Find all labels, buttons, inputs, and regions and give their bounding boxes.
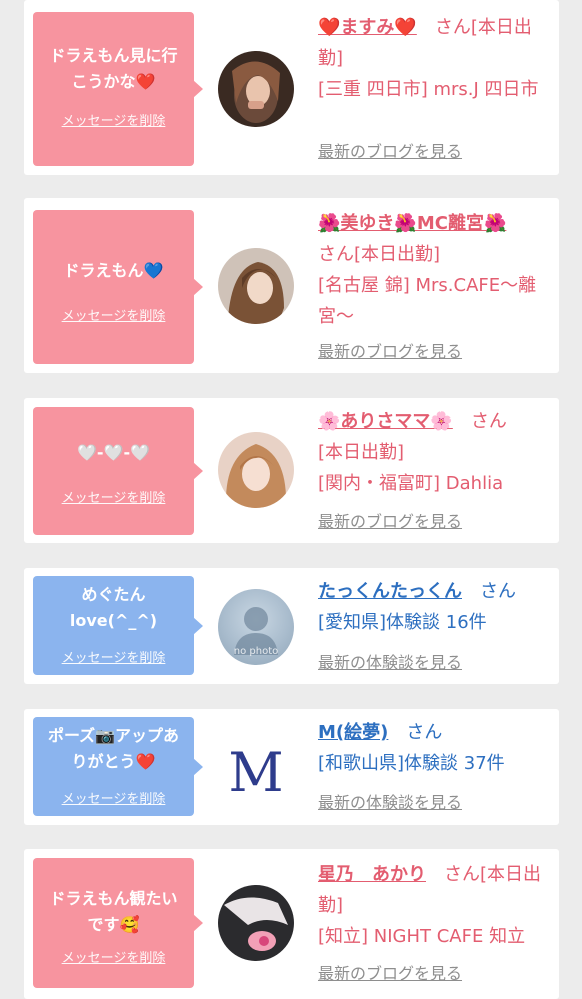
avatar-photo bbox=[218, 51, 294, 127]
message-text: ドラえもん観たい です🥰 bbox=[49, 889, 178, 934]
shop-detail: [名古屋 錦] Mrs.CAFE〜離宮〜 bbox=[318, 275, 537, 327]
latest-blog-link[interactable]: 最新のブログを見る bbox=[318, 342, 462, 362]
user-info: 星乃 あかり さん[本日出勤] [知立] NIGHT CAFE 知立 bbox=[318, 859, 554, 952]
avatar[interactable] bbox=[218, 51, 294, 127]
message-card: めぐたん love(^_^) メッセージを削除 no photo たっくんたっく… bbox=[24, 568, 559, 684]
message-bubble: ドラえもん観たい です🥰 メッセージを削除 bbox=[33, 858, 203, 988]
review-count: [愛知県]体験談 16件 bbox=[318, 612, 487, 633]
message-text: ドラえもん💙 bbox=[63, 261, 164, 280]
avatar-photo bbox=[218, 885, 294, 961]
message-card: 🤍-🤍-🤍 メッセージを削除 🌸ありさママ🌸 さん [本日出勤] [関内・福富町… bbox=[24, 398, 559, 543]
delete-message-link[interactable]: メッセージを削除 bbox=[33, 651, 194, 667]
avatar-photo bbox=[218, 432, 294, 508]
user-status: [本日出勤] bbox=[318, 442, 405, 463]
message-bubble: 🤍-🤍-🤍 メッセージを削除 bbox=[33, 407, 203, 535]
user-suffix: さん bbox=[462, 581, 516, 602]
shop-detail: [関内・福富町] Dahlia bbox=[318, 473, 504, 494]
message-text: ドラえもん見に行 こうかな❤️ bbox=[49, 46, 178, 91]
user-info: 🌸ありさママ🌸 さん [本日出勤] [関内・福富町] Dahlia bbox=[318, 406, 554, 499]
delete-message-link[interactable]: メッセージを削除 bbox=[33, 491, 194, 507]
avatar[interactable]: M bbox=[218, 735, 294, 811]
latest-review-link[interactable]: 最新の体験談を見る bbox=[318, 653, 462, 673]
latest-blog-link[interactable]: 最新のブログを見る bbox=[318, 142, 462, 162]
avatar-photo bbox=[218, 248, 294, 324]
avatar[interactable] bbox=[218, 885, 294, 961]
delete-message-link[interactable]: メッセージを削除 bbox=[33, 309, 194, 325]
message-bubble: ポーズ📷アップあ りがとう❤️ メッセージを削除 bbox=[33, 717, 203, 816]
no-photo-label: no photo bbox=[233, 646, 279, 657]
user-name-link[interactable]: ❤️ますみ❤️ bbox=[318, 17, 417, 38]
message-bubble: ドラえもん見に行 こうかな❤️ メッセージを削除 bbox=[33, 12, 203, 166]
user-status: さん[本日出勤] bbox=[318, 244, 441, 265]
user-info: ❤️ますみ❤️ さん[本日出勤] [三重 四日市] mrs.J 四日市 bbox=[318, 12, 554, 105]
user-name-link[interactable]: 🌸ありさママ🌸 bbox=[318, 411, 453, 432]
message-text: めぐたん love(^_^) bbox=[69, 585, 158, 630]
avatar[interactable]: no photo bbox=[218, 589, 294, 665]
message-card: ポーズ📷アップあ りがとう❤️ メッセージを削除 M M(絵夢) さん [和歌山… bbox=[24, 709, 559, 825]
avatar[interactable] bbox=[218, 248, 294, 324]
m-logo: M bbox=[228, 741, 284, 804]
delete-message-link[interactable]: メッセージを削除 bbox=[33, 114, 194, 130]
message-card: ドラえもん観たい です🥰 メッセージを削除 星乃 あかり さん[本日出勤] [知… bbox=[24, 849, 559, 999]
avatar[interactable] bbox=[218, 432, 294, 508]
user-name-link[interactable]: M(絵夢) bbox=[318, 722, 388, 743]
latest-blog-link[interactable]: 最新のブログを見る bbox=[318, 512, 462, 532]
user-suffix: さん bbox=[388, 722, 443, 743]
delete-message-link[interactable]: メッセージを削除 bbox=[33, 951, 194, 967]
message-bubble: めぐたん love(^_^) メッセージを削除 bbox=[33, 576, 203, 675]
user-suffix: さん bbox=[452, 411, 507, 432]
message-text: 🤍-🤍-🤍 bbox=[76, 443, 151, 462]
user-info: M(絵夢) さん [和歌山県]体験談 37件 bbox=[318, 717, 554, 779]
shop-detail: [知立] NIGHT CAFE 知立 bbox=[318, 926, 526, 947]
delete-message-link[interactable]: メッセージを削除 bbox=[33, 792, 194, 808]
user-name-link[interactable]: 🌺美ゆき🌺MC離宮🌺 bbox=[318, 213, 506, 234]
shop-detail: [三重 四日市] mrs.J 四日市 bbox=[318, 79, 539, 100]
review-count: [和歌山県]体験談 37件 bbox=[318, 753, 505, 774]
user-info: 🌺美ゆき🌺MC離宮🌺 さん[本日出勤] [名古屋 錦] Mrs.CAFE〜離宮〜 bbox=[318, 208, 554, 332]
user-name-link[interactable]: 星乃 あかり bbox=[318, 864, 426, 885]
message-card: ドラえもん見に行 こうかな❤️ メッセージを削除 ❤️ますみ❤️ さん[本日出勤… bbox=[24, 0, 559, 175]
user-info: たっくんたっくん さん [愛知県]体験談 16件 bbox=[318, 576, 554, 638]
latest-review-link[interactable]: 最新の体験談を見る bbox=[318, 793, 462, 813]
user-name-link[interactable]: たっくんたっくん bbox=[318, 581, 462, 602]
message-card: ドラえもん💙 メッセージを削除 🌺美ゆき🌺MC離宮🌺 さん[本日出勤] [名古屋… bbox=[24, 198, 559, 373]
message-bubble: ドラえもん💙 メッセージを削除 bbox=[33, 210, 203, 364]
message-text: ポーズ📷アップあ りがとう❤️ bbox=[47, 726, 180, 771]
latest-blog-link[interactable]: 最新のブログを見る bbox=[318, 964, 462, 984]
